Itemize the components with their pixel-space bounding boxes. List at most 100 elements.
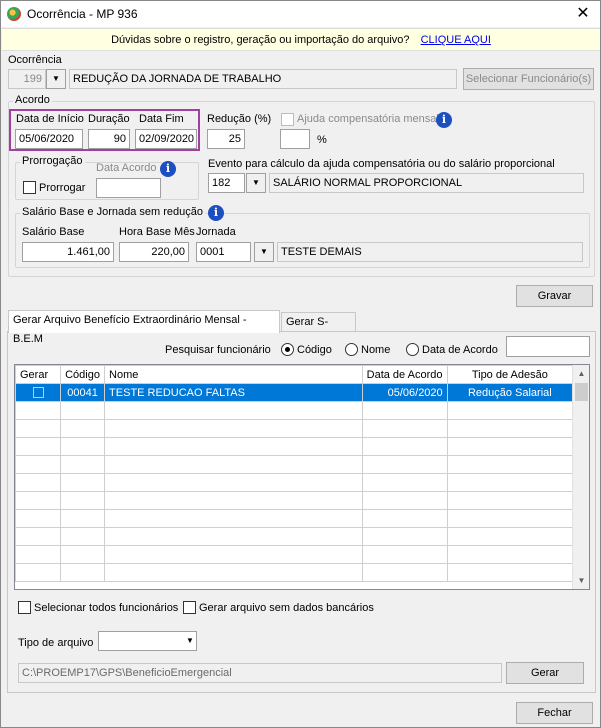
col-codigo[interactable]: Código: [60, 365, 106, 384]
reducao-label: Redução (%): [207, 113, 272, 125]
radio-codigo-label: Código: [297, 344, 332, 356]
empty-cell: [60, 419, 106, 438]
evento-code-field[interactable]: 182: [208, 173, 245, 193]
empty-table-row: [15, 455, 574, 474]
empty-cell: [15, 527, 62, 546]
empty-cell: [361, 455, 448, 474]
empty-cell: [60, 563, 106, 582]
empty-cell: [60, 509, 106, 528]
radio-nome[interactable]: [345, 343, 358, 356]
info-icon[interactable]: i: [436, 112, 452, 128]
empty-cell: [60, 455, 106, 474]
chevron-down-icon: ▼: [260, 247, 268, 256]
empty-cell: [446, 491, 574, 510]
empty-table-row: [15, 437, 574, 456]
tab-gerar-bem[interactable]: Gerar Arquivo Benefício Extraordinário M…: [8, 310, 280, 345]
ocorrencia-dropdown-button[interactable]: ▼: [46, 69, 66, 89]
window-title: Ocorrência - MP 936: [27, 7, 138, 21]
ajuda-value-field[interactable]: [280, 129, 310, 149]
select-all-label: Selecionar todos funcionários: [34, 602, 179, 614]
chevron-down-icon[interactable]: ▼: [186, 636, 194, 645]
empty-cell: [15, 563, 62, 582]
salario-base-label: Salário Base: [22, 226, 85, 238]
empty-cell: [60, 491, 106, 510]
empty-table-row: [15, 401, 574, 420]
ocorrencia-description-field: REDUÇÃO DA JORNADA DE TRABALHO: [69, 69, 457, 89]
prorrogar-label: Prorrogar: [39, 182, 86, 194]
ajuda-compensatoria-checkbox[interactable]: [281, 113, 294, 126]
empty-cell: [446, 455, 574, 474]
evento-dropdown-button[interactable]: ▼: [246, 173, 266, 193]
radio-data-acordo[interactable]: [406, 343, 419, 356]
empty-cell: [446, 401, 574, 420]
duracao-label: Duração: [88, 113, 130, 125]
empty-cell: [361, 473, 448, 492]
path-field[interactable]: C:\PROEMP17\GPS\BeneficioEmergencial: [18, 663, 502, 683]
col-tipo-adesao[interactable]: Tipo de Adesão: [446, 365, 574, 384]
data-inicio-field[interactable]: 05/06/2020: [15, 129, 83, 149]
hora-base-field[interactable]: 220,00: [119, 242, 189, 262]
help-link[interactable]: CLIQUE AQUI: [421, 34, 491, 46]
employees-table: Gerar Código Nome Data de Acordo Tipo de…: [14, 364, 590, 590]
data-acordo-field[interactable]: [96, 178, 161, 198]
acordo-group-label: Acordo: [13, 94, 52, 106]
data-fim-field[interactable]: 02/09/2020: [135, 129, 197, 149]
table-row[interactable]: 00041 TESTE REDUCAO FALTAS 05/06/2020 Re…: [15, 383, 574, 402]
reducao-field[interactable]: 25: [207, 129, 245, 149]
duracao-field[interactable]: 90: [88, 129, 130, 149]
select-all-checkbox[interactable]: [18, 601, 31, 614]
radio-codigo[interactable]: [281, 343, 294, 356]
data-acordo-label: Data Acordo: [96, 162, 157, 174]
empty-cell: [15, 455, 62, 474]
col-nome[interactable]: Nome: [104, 365, 363, 384]
close-icon[interactable]: ✕: [572, 4, 594, 24]
data-fim-label: Data Fim: [139, 113, 184, 125]
no-bank-data-checkbox[interactable]: [183, 601, 196, 614]
empty-cell: [104, 455, 363, 474]
empty-cell: [361, 419, 448, 438]
gravar-button[interactable]: Gravar: [516, 285, 593, 307]
radio-data-acordo-label: Data de Acordo: [422, 344, 498, 356]
info-icon[interactable]: i: [160, 161, 176, 177]
info-icon[interactable]: i: [208, 205, 224, 221]
empty-cell: [361, 401, 448, 420]
col-gerar[interactable]: Gerar: [15, 365, 62, 384]
empty-cell: [60, 473, 106, 492]
fechar-button[interactable]: Fechar: [516, 702, 593, 724]
ocorrencia-code-field[interactable]: 199: [8, 69, 46, 89]
title-bar[interactable]: Ocorrência - MP 936 ✕: [1, 1, 600, 27]
empty-cell: [104, 491, 363, 510]
empty-cell: [446, 563, 574, 582]
empty-cell: [361, 437, 448, 456]
empty-cell: [60, 401, 106, 420]
empty-cell: [361, 545, 448, 564]
chevron-down-icon: ▼: [52, 74, 60, 83]
ajuda-compensatoria-label: Ajuda compensatória mensal: [297, 113, 439, 125]
scroll-down-icon[interactable]: ▼: [573, 572, 589, 589]
empty-cell: [60, 527, 106, 546]
select-employees-button[interactable]: Selecionar Funcionário(s): [463, 68, 594, 90]
row-gerar-checkbox[interactable]: [32, 387, 44, 399]
gerar-button[interactable]: Gerar: [506, 662, 584, 684]
tipo-arquivo-select[interactable]: [98, 631, 197, 651]
empty-cell: [104, 509, 363, 528]
scroll-up-icon[interactable]: ▲: [573, 365, 589, 382]
table-scrollbar[interactable]: ▲ ▼: [572, 365, 589, 589]
search-input[interactable]: [506, 336, 590, 357]
col-data-acordo[interactable]: Data de Acordo: [361, 365, 448, 384]
table-header-row: Gerar Código Nome Data de Acordo Tipo de…: [15, 365, 574, 384]
empty-cell: [15, 419, 62, 438]
empty-cell: [104, 401, 363, 420]
salario-base-field[interactable]: 1.461,00: [22, 242, 114, 262]
scroll-thumb[interactable]: [575, 383, 588, 401]
empty-table-row: [15, 545, 574, 564]
tab-gerar-s2230[interactable]: Gerar S-2230: [281, 312, 356, 347]
data-inicio-label: Data de Início: [16, 113, 84, 125]
jornada-code-field[interactable]: 0001: [196, 242, 251, 262]
empty-cell: [104, 473, 363, 492]
prorrogar-checkbox[interactable]: [23, 181, 36, 194]
row-gerar-cell[interactable]: [15, 383, 62, 402]
jornada-dropdown-button[interactable]: ▼: [254, 242, 274, 262]
empty-table-row: [15, 527, 574, 546]
empty-cell: [60, 437, 106, 456]
